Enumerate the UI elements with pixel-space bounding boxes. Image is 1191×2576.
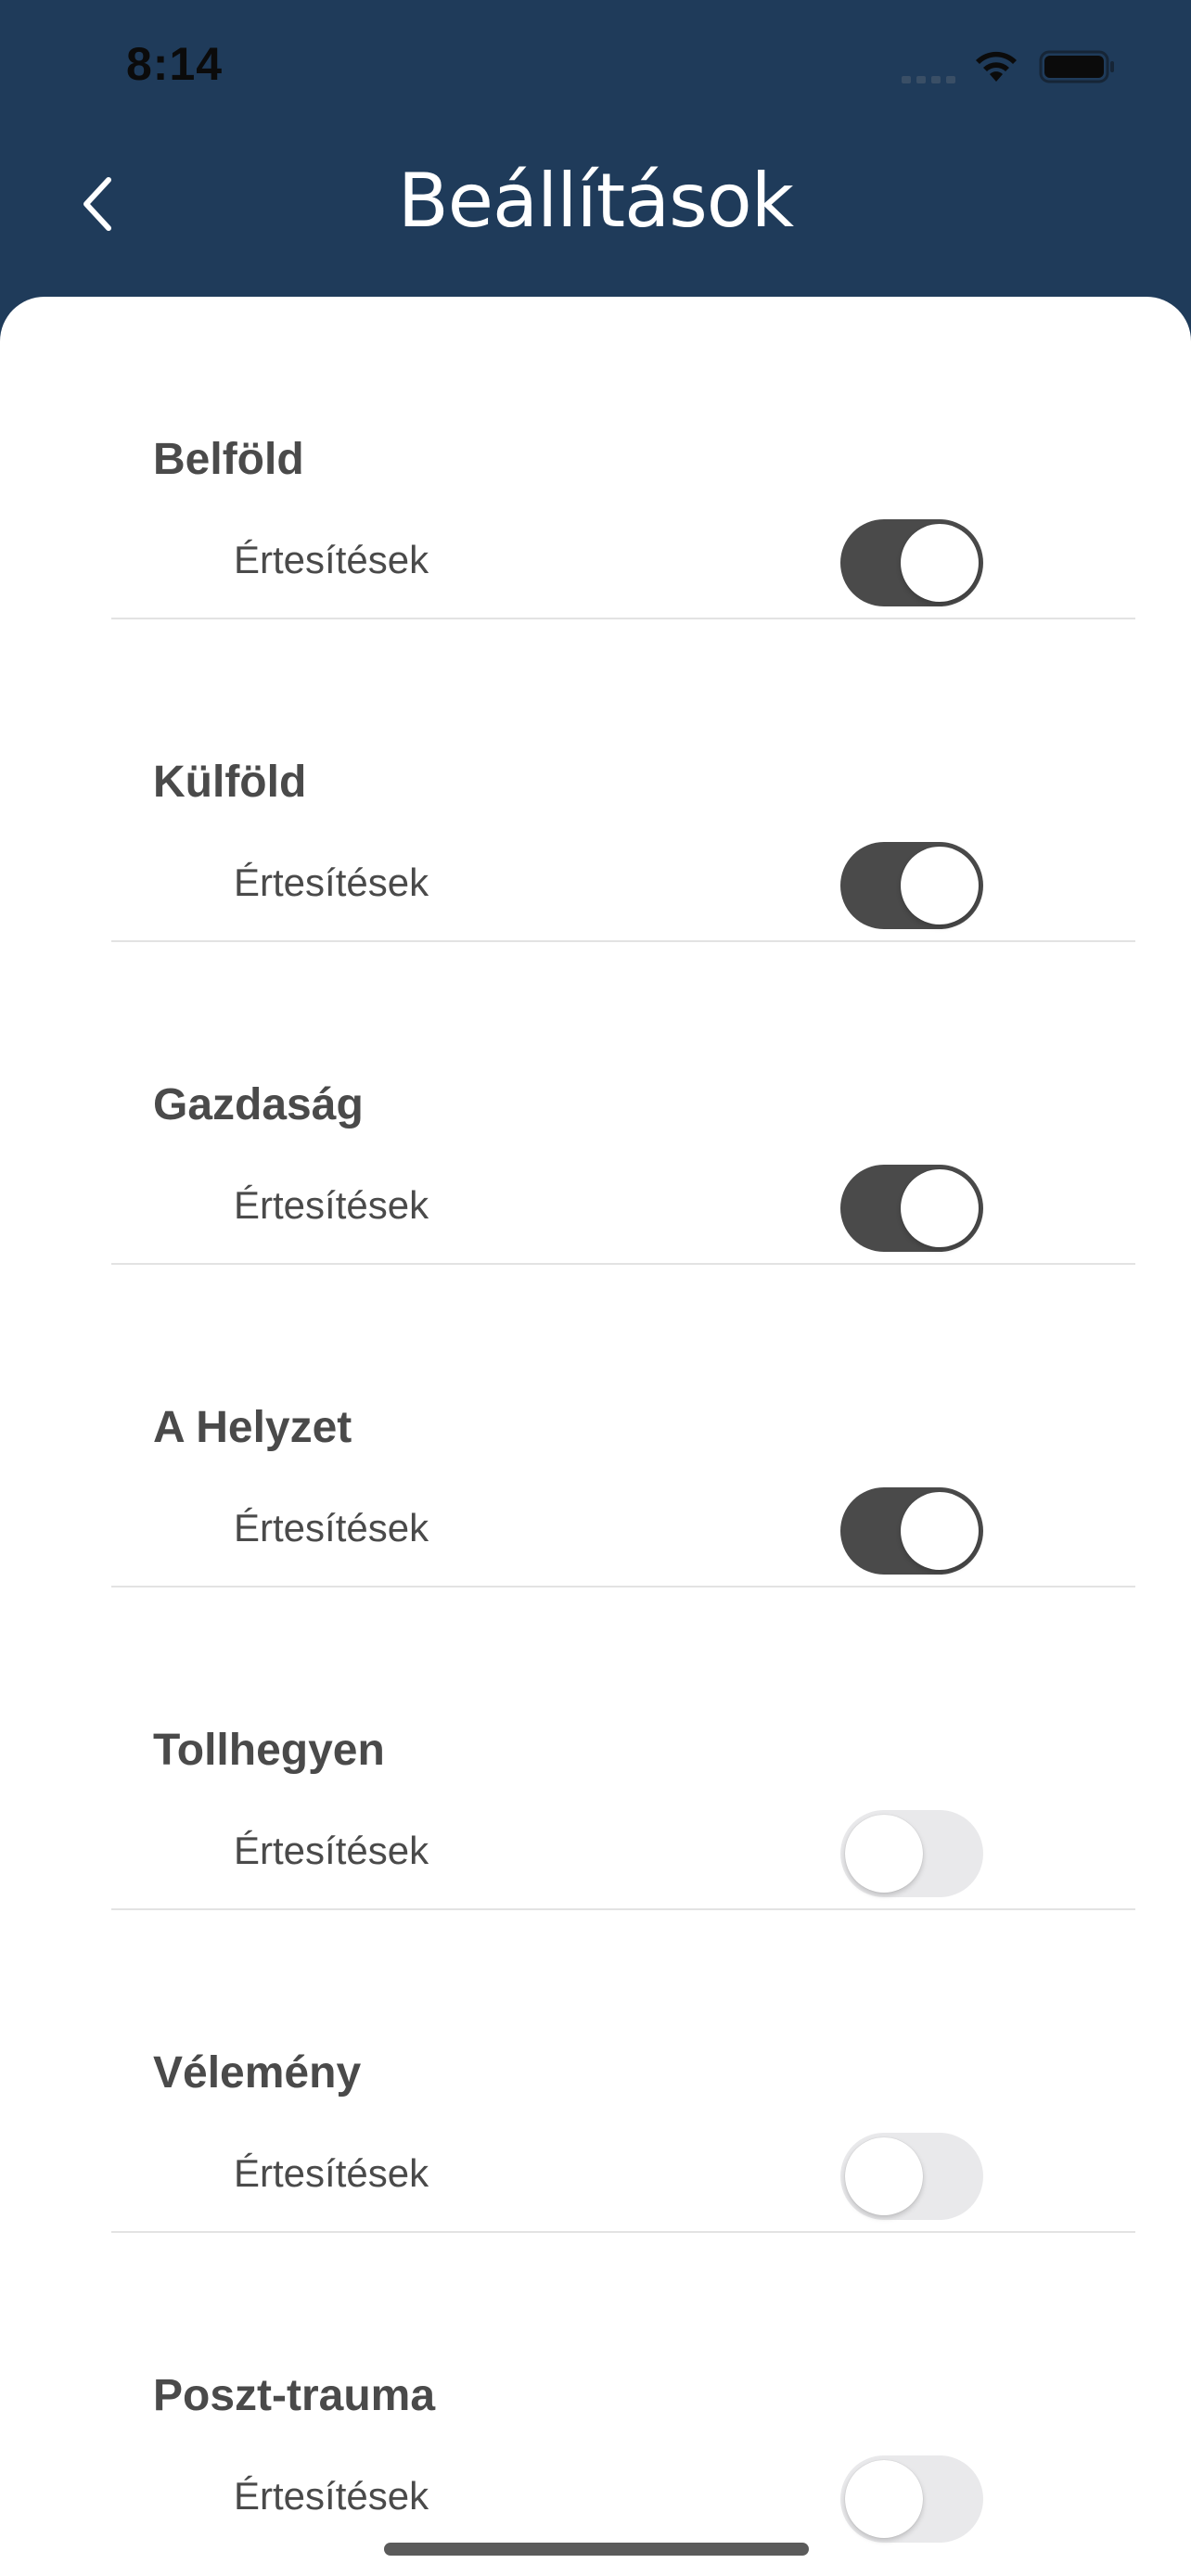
notifications-label: Értesítések (234, 2474, 429, 2518)
toggle-knob (845, 1815, 923, 1893)
notifications-label: Értesítések (234, 538, 429, 581)
wifi-icon (976, 51, 1017, 82)
page-title: Beállítások (397, 158, 794, 244)
section-a-helyzet: A Helyzet Értesítések (111, 1265, 1135, 1588)
section-title: Külföld (153, 758, 307, 807)
signal-icon (902, 76, 957, 85)
section-title: A Helyzet (153, 1403, 352, 1452)
toggle-knob (845, 2137, 923, 2215)
notifications-toggle[interactable] (840, 2455, 983, 2543)
section-poszt-trauma: Poszt-trauma Értesítések (111, 2233, 1135, 2556)
notifications-label: Értesítések (234, 1506, 429, 1549)
home-indicator (384, 2543, 809, 2556)
notifications-label: Értesítések (234, 1829, 429, 1872)
nav-bar: Beállítások (0, 139, 1191, 297)
section-belfold: Belföld Értesítések (111, 297, 1135, 619)
section-title: Poszt-trauma (153, 2371, 436, 2420)
notifications-label: Értesítések (234, 1183, 429, 1227)
status-bar: 8:14 (0, 0, 1191, 139)
notifications-label: Értesítések (234, 2151, 429, 2195)
notifications-toggle[interactable] (840, 1487, 983, 1575)
section-title: Belföld (153, 435, 304, 484)
toggle-knob (901, 1492, 979, 1570)
toggle-knob (845, 2460, 923, 2538)
status-time: 8:14 (126, 38, 224, 90)
toggle-knob (901, 524, 979, 602)
notifications-toggle[interactable] (840, 1165, 983, 1252)
notifications-toggle[interactable] (840, 2133, 983, 2220)
notifications-toggle[interactable] (840, 1810, 983, 1897)
section-title: Vélemény (153, 2048, 362, 2098)
section-gazdasag: Gazdaság Értesítések (111, 942, 1135, 1265)
section-title: Tollhegyen (153, 1726, 385, 1775)
section-kulfold: Külföld Értesítések (111, 619, 1135, 942)
section-tollhegyen: Tollhegyen Értesítések (111, 1588, 1135, 1910)
toggle-knob (901, 1169, 979, 1247)
battery-icon (1039, 50, 1114, 83)
notifications-toggle[interactable] (840, 842, 983, 929)
settings-list: Belföld Értesítések Külföld Értesítések … (0, 297, 1191, 2576)
section-title: Gazdaság (153, 1080, 364, 1129)
section-velemeny: Vélemény Értesítések (111, 1910, 1135, 2233)
settings-screen: 8:14 Beállítások Belföld Értesítések Kül… (0, 0, 1191, 2576)
toggle-knob (901, 847, 979, 925)
notifications-label: Értesítések (234, 861, 429, 904)
notifications-toggle[interactable] (840, 519, 983, 606)
